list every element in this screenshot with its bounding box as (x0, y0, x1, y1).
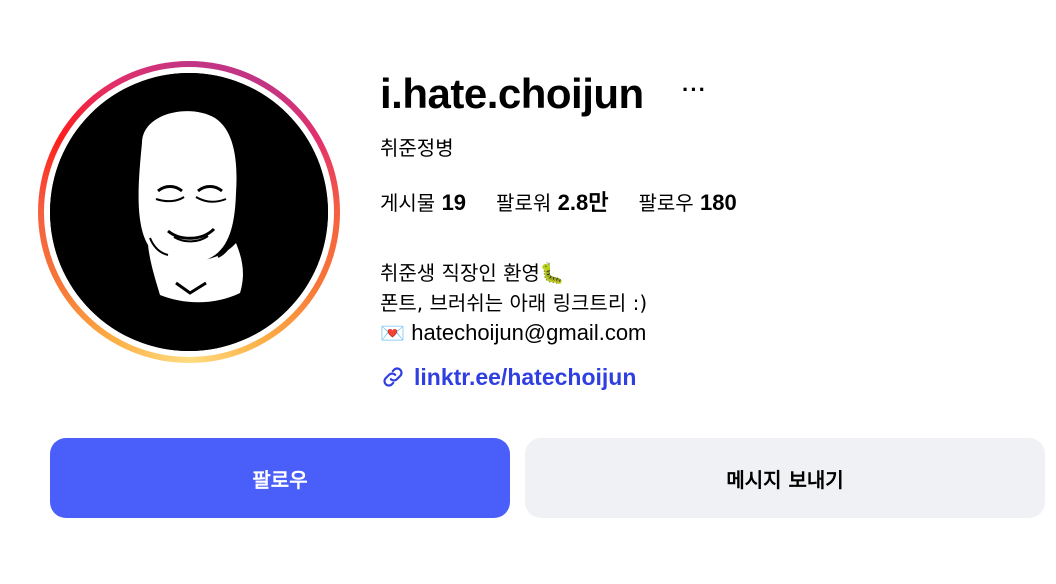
profile-full-name: 취준정병 (380, 136, 454, 160)
message-button[interactable]: 메시지 보내기 (525, 438, 1045, 518)
bio-line-2: 폰트, 브러쉬는 아래 링크트리 :) (380, 291, 648, 315)
profile-bio: 취준생 직장인 환영🐛 폰트, 브러쉬는 아래 링크트리 :) 💌 hatech… (380, 258, 647, 348)
bio-email: hatechoijun@gmail.com (411, 320, 647, 345)
profile-username: i.hate.choijun (380, 70, 644, 117)
posts-label: 게시물 (380, 191, 436, 215)
followers-label: 팔로워 (496, 191, 552, 215)
profile-stats: 게시물 19 팔로워 2.8만 팔로우 180 (380, 188, 767, 218)
following-count: 180 (700, 190, 737, 215)
avatar[interactable] (50, 73, 328, 351)
bio-email-line: 💌 hatechoijun@gmail.com (380, 318, 647, 348)
follow-button[interactable]: 팔로우 (50, 438, 510, 518)
link-icon (383, 367, 403, 387)
profile-link-text: linktr.ee/hatechoijun (414, 364, 637, 390)
avatar-illustration (50, 73, 328, 351)
love-letter-icon: 💌 (380, 321, 405, 345)
following-stat[interactable]: 팔로우 180 (638, 188, 736, 218)
posts-count: 19 (441, 190, 467, 215)
followers-stat[interactable]: 팔로워 2.8만 (496, 188, 608, 218)
bio-line-1: 취준생 직장인 환영🐛 (380, 261, 565, 285)
profile-link[interactable]: linktr.ee/hatechoijun (380, 362, 636, 392)
more-options-icon[interactable]: ··· (682, 79, 707, 101)
followers-count: 2.8만 (557, 190, 609, 215)
posts-stat[interactable]: 게시물 19 (380, 188, 466, 218)
following-label: 팔로우 (638, 191, 694, 215)
